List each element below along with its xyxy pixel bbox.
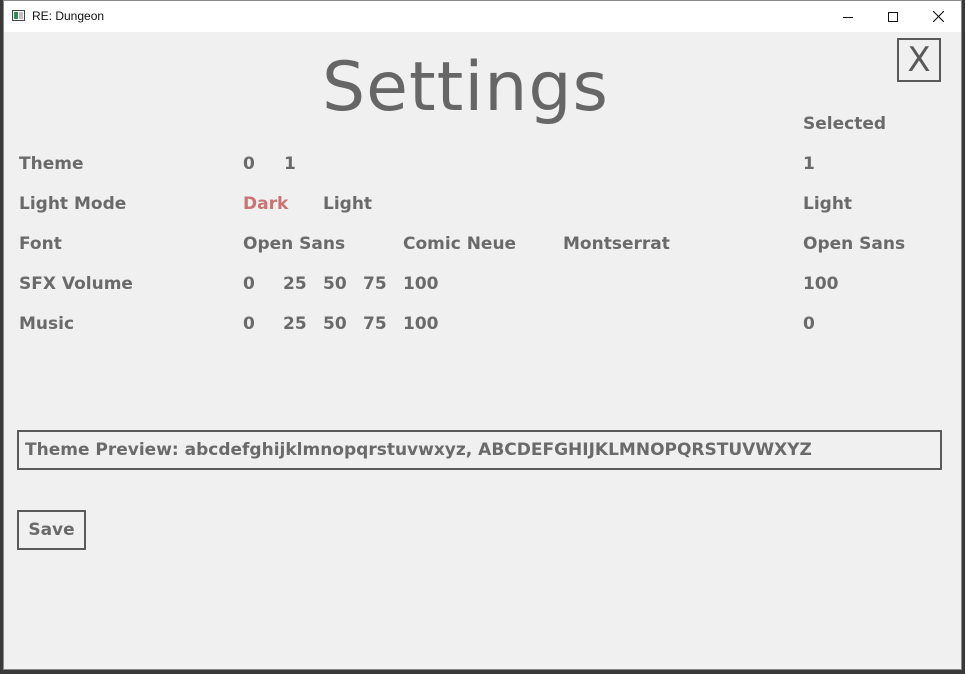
light-mode-label: Light Mode <box>19 194 127 214</box>
music-option-0[interactable]: 0 <box>243 314 255 334</box>
font-selected-value: Open Sans <box>803 234 906 254</box>
app-icon <box>12 10 25 21</box>
light-mode-option-light[interactable]: Light <box>323 194 372 214</box>
settings-close-button[interactable]: X <box>897 38 941 82</box>
music-option-75[interactable]: 75 <box>363 314 387 334</box>
minimize-icon <box>843 16 853 18</box>
sfx-volume-option-50[interactable]: 50 <box>323 274 347 294</box>
theme-selected-value: 1 <box>803 154 815 174</box>
light-mode-selected-value: Light <box>803 194 853 214</box>
music-label: Music <box>19 314 75 334</box>
theme-option-0[interactable]: 0 <box>243 154 255 174</box>
theme-preview-text: Theme Preview: abcdefghijklmnopqrstuvwxy… <box>25 440 812 460</box>
app-window: RE: Dungeon Settings X Selected Theme 0 … <box>3 0 962 670</box>
window-titlebar[interactable]: RE: Dungeon <box>4 1 961 32</box>
music-selected-value: 0 <box>803 314 815 334</box>
maximize-button[interactable] <box>870 1 916 32</box>
window-close-button[interactable] <box>915 1 961 32</box>
theme-option-1[interactable]: 1 <box>284 154 296 174</box>
light-mode-option-dark[interactable]: Dark <box>243 194 288 214</box>
font-option-montserrat[interactable]: Montserrat <box>563 234 670 254</box>
sfx-volume-option-75[interactable]: 75 <box>363 274 387 294</box>
close-icon <box>932 11 944 22</box>
minimize-button[interactable] <box>825 1 871 32</box>
music-option-50[interactable]: 50 <box>323 314 347 334</box>
sfx-volume-label: SFX Volume <box>19 274 133 294</box>
sfx-volume-option-100[interactable]: 100 <box>403 274 439 294</box>
window-title: RE: Dungeon <box>32 9 105 23</box>
selected-header: Selected <box>803 114 887 134</box>
maximize-icon <box>888 11 898 22</box>
font-option-open-sans[interactable]: Open Sans <box>243 234 345 254</box>
font-label: Font <box>19 234 62 254</box>
settings-panel: Settings X Selected Theme 0 1 1 Light Mo… <box>4 32 961 669</box>
sfx-volume-option-0[interactable]: 0 <box>243 274 255 294</box>
sfx-volume-selected-value: 100 <box>803 274 839 294</box>
sfx-volume-option-25[interactable]: 25 <box>283 274 307 294</box>
theme-preview-box: Theme Preview: abcdefghijklmnopqrstuvwxy… <box>17 430 942 470</box>
page-title: Settings <box>322 48 609 127</box>
font-option-comic-neue[interactable]: Comic Neue <box>403 234 516 254</box>
music-option-25[interactable]: 25 <box>283 314 307 334</box>
music-option-100[interactable]: 100 <box>403 314 439 334</box>
theme-label: Theme <box>19 154 84 174</box>
save-button[interactable]: Save <box>17 510 86 550</box>
